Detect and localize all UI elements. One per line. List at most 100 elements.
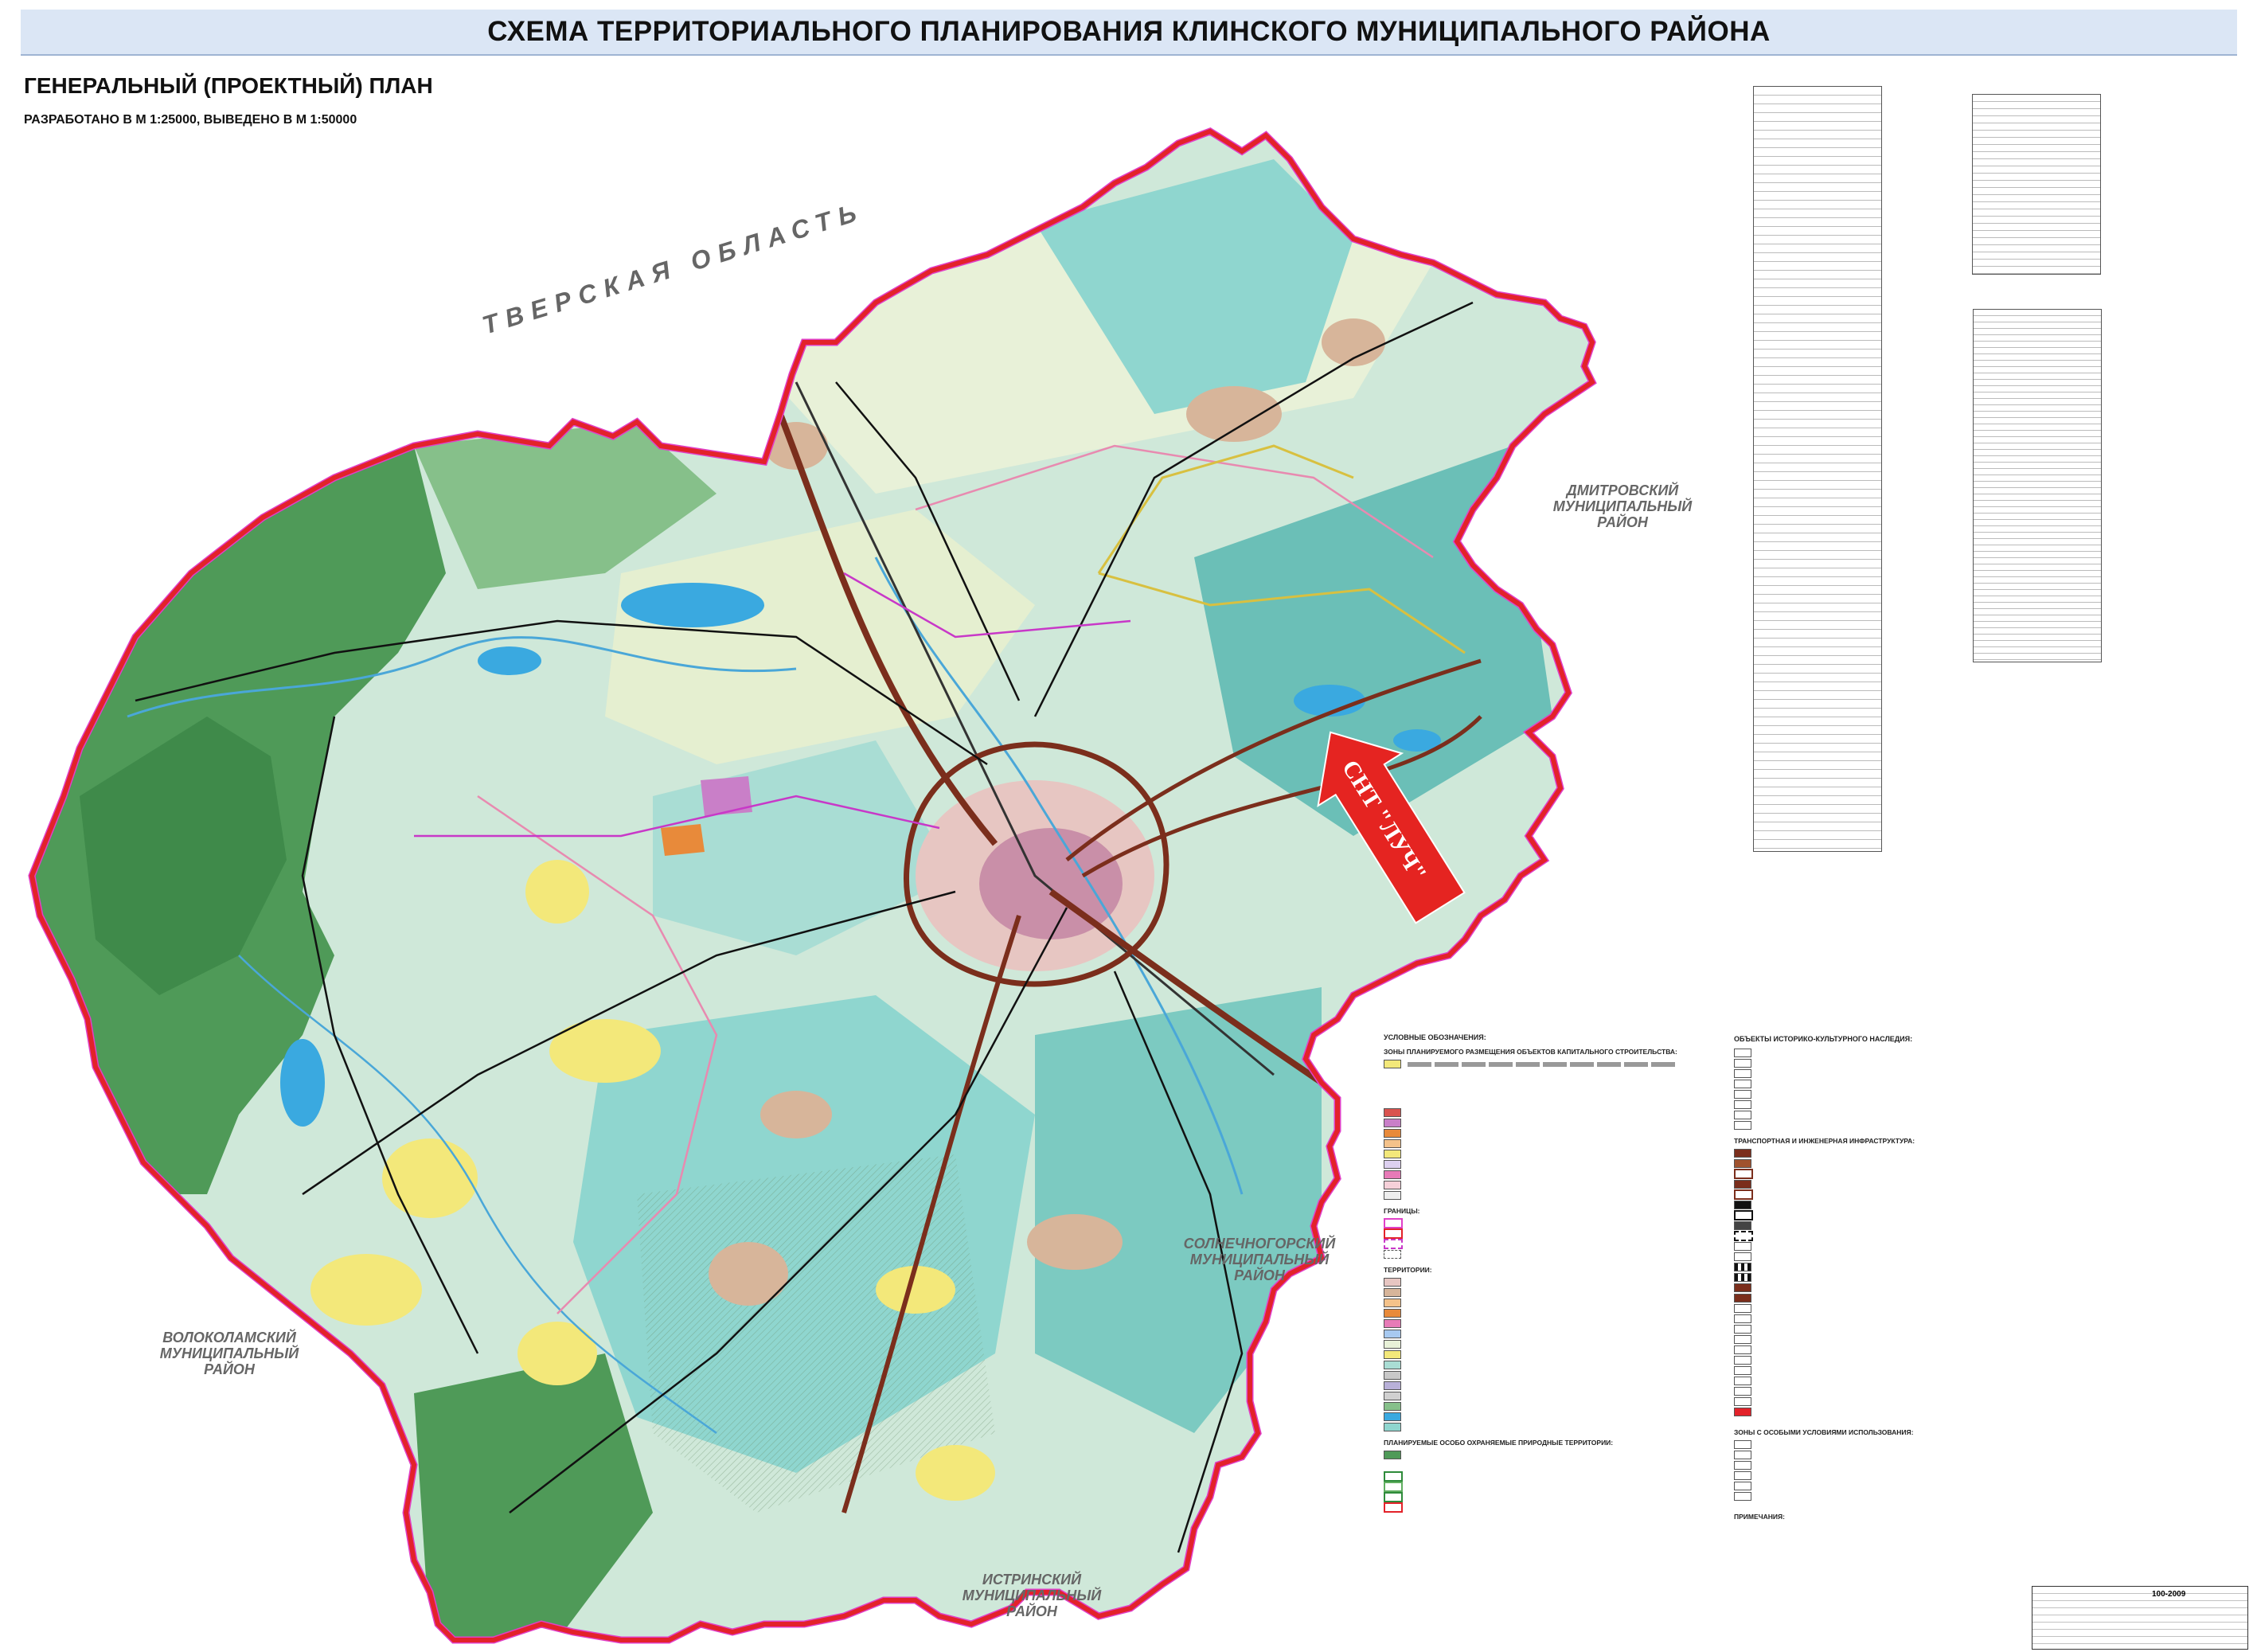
legend-item [1384, 1298, 1678, 1308]
legend-item [1384, 1308, 1678, 1318]
svg-text:СОЛНЕЧНОГОРСКИЙ: СОЛНЕЧНОГОРСКИЙ [1184, 1235, 1337, 1252]
legend-item [1734, 1303, 2068, 1314]
settlement-zone [916, 1445, 995, 1501]
legend-section-protected: ПЛАНИРУЕМЫЕ ОСОБО ОХРАНЯЕМЫЕ ПРИРОДНЫЕ Т… [1384, 1439, 1614, 1447]
legend-item [1384, 1422, 1678, 1432]
legend-item [1384, 1329, 1678, 1339]
legend-item [1384, 1107, 1678, 1118]
legend-item [1384, 1412, 1678, 1422]
legend-item [1384, 1249, 1678, 1260]
legend-item [1384, 1391, 1678, 1401]
legend-item [1734, 1089, 2068, 1099]
legend-item [1384, 1118, 1678, 1128]
settlement-zone [310, 1254, 422, 1326]
project-code: 100-2009 [2152, 1590, 2186, 1599]
legend-item [1734, 1189, 2068, 1200]
reservoir [621, 583, 764, 627]
legend-section-territories: ТЕРРИТОРИИ: [1384, 1266, 1432, 1274]
legend-item [1384, 1450, 1678, 1460]
lake [280, 1039, 325, 1127]
svg-text:МУНИЦИПАЛЬНЫЙ: МУНИЦИПАЛЬНЫЙ [1553, 498, 1693, 514]
svg-text:МУНИЦИПАЛЬНЫЙ: МУНИЦИПАЛЬНЫЙ [160, 1345, 299, 1361]
legend-item [1734, 1220, 2068, 1231]
legend-item [1734, 1068, 2068, 1079]
legend-item [1734, 1241, 2068, 1252]
legend-item [1384, 1401, 1678, 1412]
legend-item [1734, 1120, 2068, 1131]
industrial-zone [701, 776, 752, 816]
legend-item [1384, 1502, 1678, 1513]
settlement-zone [709, 1242, 788, 1306]
legend-item [1384, 1287, 1678, 1298]
settlements-table [1753, 86, 1882, 852]
legend-item [1734, 1058, 2068, 1068]
legend-item [1384, 1360, 1678, 1370]
legend-item [1734, 1293, 2068, 1303]
legend-item [1734, 1314, 2068, 1324]
legend-item [1734, 1386, 2068, 1396]
legend-item [1384, 1228, 1678, 1239]
legend-item [1384, 1339, 1678, 1349]
industrial-zone [661, 824, 705, 856]
legend-item [1734, 1396, 2068, 1407]
legend-item [1734, 1262, 2068, 1272]
legend-item [1734, 1200, 2068, 1210]
legend-item [1384, 1381, 1678, 1391]
svg-text:ДМИТРОВСКИЙ: ДМИТРОВСКИЙ [1565, 482, 1680, 498]
legend-item [1734, 1283, 2068, 1293]
svg-text:РАЙОН: РАЙОН [1234, 1267, 1286, 1283]
neighbor-label-tver: ТВЕРСКАЯ ОБЛАСТЬ [479, 196, 868, 339]
svg-text:МУНИЦИПАЛЬНЫЙ: МУНИЦИПАЛЬНЫЙ [963, 1587, 1102, 1603]
legend-item [1384, 1318, 1678, 1329]
legend-item [1734, 1334, 2068, 1345]
svg-text:РАЙОН: РАЙОН [1597, 514, 1649, 530]
legend-transport-title: ТРАНСПОРТНАЯ И ИНЖЕНЕРНАЯ ИНФРАСТРУКТУРА… [1734, 1137, 1915, 1145]
objects-table [1973, 309, 2102, 662]
legend-item [1734, 1252, 2068, 1262]
svg-text:МУНИЦИПАЛЬНЫЙ: МУНИЦИПАЛЬНЫЙ [1190, 1251, 1330, 1267]
legend-item [1384, 1492, 1678, 1502]
svg-text:ИСТРИНСКИЙ: ИСТРИНСКИЙ [982, 1571, 1082, 1588]
city-klin-core [979, 828, 1123, 939]
legend-item [1384, 1059, 1678, 1069]
legend-heritage-title: ОБЪЕКТЫ ИСТОРИКО-КУЛЬТУРНОГО НАСЛЕДИЯ: [1734, 1035, 1913, 1043]
svg-text:РАЙОН: РАЙОН [1006, 1603, 1058, 1619]
legend-item [1734, 1210, 2068, 1220]
settlement-zone [382, 1138, 478, 1218]
legend-item [1384, 1149, 1678, 1159]
title-block-stamp: 100-2009 [2032, 1586, 2248, 1650]
legend-item [1384, 1128, 1678, 1138]
legend-section-borders: ГРАНИЦЫ: [1384, 1207, 1420, 1215]
legend-left: УСЛОВНЫЕ ОБОЗНАЧЕНИЯ: ЗОНЫ ПЛАНИРУЕМОГО … [1384, 1033, 1678, 1513]
legend-item [1734, 1048, 2068, 1058]
svg-text:РАЙОН: РАЙОН [204, 1361, 256, 1377]
neighbor-label-volokolamsk: ВОЛОКОЛАМСКИЙ МУНИЦИПАЛЬНЫЙ РАЙОН [160, 1329, 299, 1377]
legend-item [1734, 1179, 2068, 1189]
settlement-zone [1186, 386, 1282, 442]
lake [478, 646, 541, 675]
legend-item [1734, 1231, 2068, 1241]
legend-item [1734, 1272, 2068, 1283]
legend-item [1384, 1370, 1678, 1381]
legend-item [1734, 1491, 2068, 1502]
legend-item [1384, 1349, 1678, 1360]
legend-right: ОБЪЕКТЫ ИСТОРИКО-КУЛЬТУРНОГО НАСЛЕДИЯ: Т… [1734, 1035, 2068, 1524]
settlement-zone [1027, 1214, 1123, 1270]
settlement-zone [525, 860, 589, 924]
legend-notes-title: ПРИМЕЧАНИЯ: [1734, 1513, 1785, 1521]
settlement-zone [549, 1019, 661, 1083]
legend-item [1384, 1482, 1678, 1492]
legend-item [1384, 1138, 1678, 1149]
svg-text:ВОЛОКОЛАМСКИЙ: ВОЛОКОЛАМСКИЙ [162, 1329, 297, 1345]
legend-item [1734, 1324, 2068, 1334]
legend-item [1734, 1158, 2068, 1169]
legend-item [1734, 1470, 2068, 1481]
legend-item [1734, 1481, 2068, 1491]
legend-item [1734, 1079, 2068, 1089]
legend-special-zones-title: ЗОНЫ С ОСОБЫМИ УСЛОВИЯМИ ИСПОЛЬЗОВАНИЯ: [1734, 1428, 1914, 1436]
legend-item [1734, 1345, 2068, 1355]
neighbor-label-dmitrov: ДМИТРОВСКИЙ МУНИЦИПАЛЬНЫЙ РАЙОН [1553, 482, 1693, 530]
legend-item [1384, 1218, 1678, 1228]
legend-item [1384, 1170, 1678, 1180]
legend-item [1384, 1471, 1678, 1482]
